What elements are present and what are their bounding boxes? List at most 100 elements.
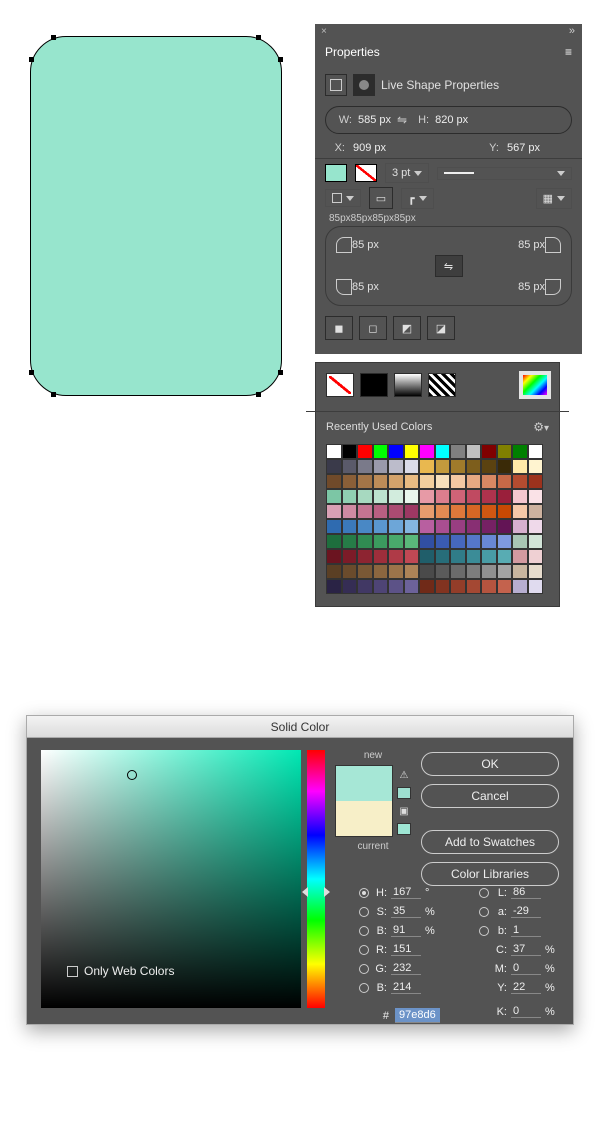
swatch[interactable] <box>373 519 389 534</box>
swatch[interactable] <box>419 549 435 564</box>
handle[interactable] <box>29 370 34 375</box>
corner-br-input[interactable]: 85 px <box>518 281 545 293</box>
path-intersect-button[interactable]: ◩ <box>393 316 421 340</box>
stroke-caps-button[interactable]: ▭ <box>369 187 393 209</box>
swatch[interactable] <box>419 564 435 579</box>
swatch[interactable] <box>497 504 513 519</box>
swatch[interactable] <box>342 459 358 474</box>
swatch[interactable] <box>419 579 435 594</box>
swatch[interactable] <box>481 474 497 489</box>
swatch[interactable] <box>326 504 342 519</box>
swatch[interactable] <box>404 444 420 459</box>
swatch[interactable] <box>435 564 451 579</box>
swatch[interactable] <box>497 489 513 504</box>
swatch[interactable] <box>357 564 373 579</box>
radio-bh[interactable] <box>359 926 369 936</box>
swatch[interactable] <box>326 474 342 489</box>
add-to-swatches-button[interactable]: Add to Swatches <box>421 830 559 854</box>
color-cursor[interactable] <box>127 770 137 780</box>
x-input[interactable]: 909 px <box>353 142 386 154</box>
swatch[interactable] <box>481 519 497 534</box>
swatch[interactable] <box>326 519 342 534</box>
live-rounded-rect[interactable] <box>30 36 282 396</box>
height-input[interactable]: 820 px <box>435 114 468 126</box>
swatch[interactable] <box>497 549 513 564</box>
cancel-button[interactable]: Cancel <box>421 784 559 808</box>
swatch[interactable] <box>512 534 528 549</box>
swatch[interactable] <box>404 459 420 474</box>
swatch[interactable] <box>497 459 513 474</box>
swatch[interactable] <box>373 474 389 489</box>
swatch[interactable] <box>404 474 420 489</box>
swatch[interactable] <box>388 504 404 519</box>
swatch[interactable] <box>466 474 482 489</box>
swatch[interactable] <box>450 489 466 504</box>
r-input[interactable]: 151 <box>391 943 421 956</box>
swatch[interactable] <box>497 474 513 489</box>
swatch[interactable] <box>404 534 420 549</box>
swatch[interactable] <box>450 504 466 519</box>
swatch[interactable] <box>466 489 482 504</box>
b-input[interactable]: 1 <box>511 924 541 937</box>
swatch[interactable] <box>497 534 513 549</box>
corner-br-icon[interactable] <box>545 279 561 295</box>
path-unite-button[interactable]: ◼ <box>325 316 353 340</box>
radio-s[interactable] <box>359 907 369 917</box>
swatch[interactable] <box>326 579 342 594</box>
y-input[interactable]: 567 px <box>507 142 540 154</box>
swatch[interactable] <box>435 444 451 459</box>
link-corners-icon[interactable]: ⇋ <box>435 255 463 277</box>
swatch[interactable] <box>357 579 373 594</box>
swatch[interactable] <box>419 489 435 504</box>
stroke-weight-dropdown[interactable]: 3 pt <box>385 163 429 183</box>
swatch[interactable] <box>481 564 497 579</box>
only-web-colors-checkbox[interactable]: Only Web Colors <box>67 964 174 978</box>
swatch[interactable] <box>481 534 497 549</box>
swatch[interactable] <box>357 459 373 474</box>
radio-h[interactable] <box>359 888 369 898</box>
radio-a[interactable] <box>479 907 489 917</box>
swatch[interactable] <box>388 519 404 534</box>
cube-icon[interactable]: ▣ <box>397 805 411 817</box>
swatch[interactable] <box>373 459 389 474</box>
swatch[interactable] <box>419 519 435 534</box>
corner-tl-icon[interactable] <box>336 237 352 253</box>
swatch[interactable] <box>373 564 389 579</box>
radio-bc[interactable] <box>359 983 369 993</box>
swatch[interactable] <box>450 534 466 549</box>
swatch[interactable] <box>466 564 482 579</box>
stroke-style-dropdown[interactable] <box>437 167 572 180</box>
swatch[interactable] <box>481 459 497 474</box>
fill-solid-button[interactable] <box>360 373 388 397</box>
radio-l[interactable] <box>479 888 489 898</box>
swatch[interactable] <box>435 549 451 564</box>
swatch[interactable] <box>388 459 404 474</box>
swatch[interactable] <box>466 459 482 474</box>
swatch[interactable] <box>404 504 420 519</box>
shape-type-icon[interactable] <box>325 74 347 96</box>
link-wh-icon[interactable]: ⇋ <box>397 113 407 127</box>
swatch[interactable] <box>466 534 482 549</box>
swatch[interactable] <box>342 579 358 594</box>
swatch[interactable] <box>512 519 528 534</box>
ok-button[interactable]: OK <box>421 752 559 776</box>
swatch[interactable] <box>404 564 420 579</box>
swatch[interactable] <box>450 444 466 459</box>
swatch[interactable] <box>466 519 482 534</box>
swatch[interactable] <box>388 579 404 594</box>
swatch[interactable] <box>528 489 544 504</box>
swatch[interactable] <box>528 444 544 459</box>
swatch[interactable] <box>528 504 544 519</box>
swatch[interactable] <box>466 549 482 564</box>
swatch[interactable] <box>342 474 358 489</box>
swatch[interactable] <box>373 534 389 549</box>
swatch[interactable] <box>512 489 528 504</box>
hue-marker[interactable] <box>302 887 330 897</box>
swatch[interactable] <box>357 534 373 549</box>
swatch[interactable] <box>373 579 389 594</box>
width-input[interactable]: 585 px <box>358 114 391 126</box>
swatch[interactable] <box>435 504 451 519</box>
swatch[interactable] <box>326 459 342 474</box>
swatch[interactable] <box>357 504 373 519</box>
swatch[interactable] <box>357 444 373 459</box>
